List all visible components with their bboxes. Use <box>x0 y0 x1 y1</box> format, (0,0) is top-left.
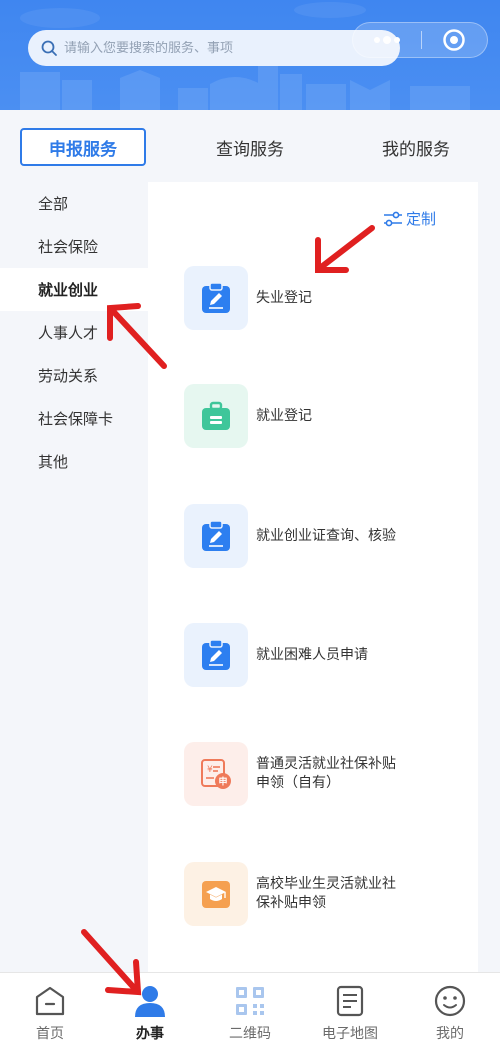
more-button[interactable] <box>353 23 421 57</box>
clipboard-edit-icon <box>202 520 230 551</box>
search-bar[interactable] <box>28 30 400 66</box>
target-icon <box>443 29 465 51</box>
qr-code-icon <box>236 987 264 1015</box>
nav-label: 我的 <box>436 1026 464 1042</box>
sidebar-item-personnel[interactable]: 人事人才 <box>0 311 148 354</box>
smiley-face-icon <box>434 985 466 1017</box>
home-icon <box>35 986 65 1016</box>
clipboard-edit-icon <box>202 639 230 670</box>
bottom-navigation: 首页 办事 二维码 电子地图 我的 <box>0 972 500 1051</box>
clipboard-edit-icon <box>202 282 230 313</box>
service-employment-registration[interactable]: 就业登记 <box>184 384 464 448</box>
svg-text:¥: ¥ <box>207 765 213 775</box>
sidebar-item-employment[interactable]: 就业创业 <box>0 268 148 311</box>
nav-qr-code[interactable]: 二维码 <box>200 973 300 1051</box>
nav-label: 首页 <box>36 1026 64 1042</box>
tab-query-service[interactable]: 查询服务 <box>190 128 310 166</box>
service-icon-box <box>184 384 248 448</box>
sidebar-item-labor-relations[interactable]: 劳动关系 <box>0 354 148 397</box>
service-label: 高校毕业生灵活就业社 <box>256 876 396 892</box>
service-label: 失业登记 <box>256 289 312 306</box>
more-dots-icon <box>373 36 400 44</box>
close-miniprogram-button[interactable] <box>422 23 488 57</box>
service-employment-certificate-check[interactable]: 就业创业证查询、核验 <box>184 504 464 568</box>
service-label-line2: 保补贴申领 <box>256 895 326 911</box>
miniprogram-capsule <box>352 22 488 58</box>
service-hardship-application[interactable]: 就业困难人员申请 <box>184 623 464 687</box>
service-flexible-employment-subsidy[interactable]: ¥ 申 普通灵活就业社保补贴 申领（自有） <box>184 742 464 806</box>
nav-label: 电子地图 <box>322 1026 378 1042</box>
sidebar-item-social-insurance[interactable]: 社会保险 <box>0 225 148 268</box>
nav-e-map[interactable]: 电子地图 <box>300 973 400 1051</box>
user-icon <box>135 986 165 1017</box>
service-icon-box <box>184 862 248 926</box>
service-tabs: 申报服务 查询服务 我的服务 <box>0 110 500 182</box>
sidebar-item-other[interactable]: 其他 <box>0 440 148 483</box>
briefcase-icon <box>202 401 230 430</box>
tab-my-service[interactable]: 我的服务 <box>356 128 476 166</box>
category-sidebar: 全部 社会保险 就业创业 人事人才 劳动关系 社会保障卡 其他 <box>0 182 148 483</box>
nav-label: 二维码 <box>229 1026 271 1042</box>
service-icon-box <box>184 623 248 687</box>
service-label: 就业登记 <box>256 407 312 424</box>
sidebar-item-social-security-card[interactable]: 社会保障卡 <box>0 397 148 440</box>
customize-label: 定制 <box>405 210 436 228</box>
header-banner <box>0 0 500 110</box>
service-list-panel: 定制 失业登记 就业登记 就业创业证查询、核验 就业困难人员申请 ¥ 申 普通灵… <box>148 182 478 972</box>
service-label: 就业创业证查询、核验 <box>256 527 396 544</box>
sidebar-item-all[interactable]: 全部 <box>0 182 148 225</box>
nav-mine[interactable]: 我的 <box>400 973 500 1051</box>
document-map-icon <box>336 985 364 1017</box>
service-icon-box <box>184 266 248 330</box>
customize-button[interactable]: 定制 <box>383 208 436 229</box>
nav-label: 办事 <box>136 1026 164 1042</box>
svg-text:申: 申 <box>218 776 227 788</box>
service-unemployment-registration[interactable]: 失业登记 <box>184 266 464 330</box>
graduation-cap-icon <box>202 881 230 908</box>
nav-affairs[interactable]: 办事 <box>100 973 200 1051</box>
service-label-line2: 申领（自有） <box>256 775 340 791</box>
tab-apply-service[interactable]: 申报服务 <box>20 128 146 166</box>
service-label: 就业困难人员申请 <box>256 646 368 663</box>
search-input[interactable] <box>64 40 364 56</box>
sliders-icon <box>383 211 402 226</box>
service-icon-box <box>184 504 248 568</box>
service-graduate-flexible-subsidy[interactable]: 高校毕业生灵活就业社 保补贴申领 <box>184 862 464 926</box>
service-icon-box: ¥ 申 <box>184 742 248 806</box>
service-label: 普通灵活就业社保补贴 <box>256 756 396 772</box>
subsidy-application-icon: ¥ 申 <box>201 759 231 789</box>
search-icon <box>41 40 57 56</box>
nav-home[interactable]: 首页 <box>0 973 100 1051</box>
